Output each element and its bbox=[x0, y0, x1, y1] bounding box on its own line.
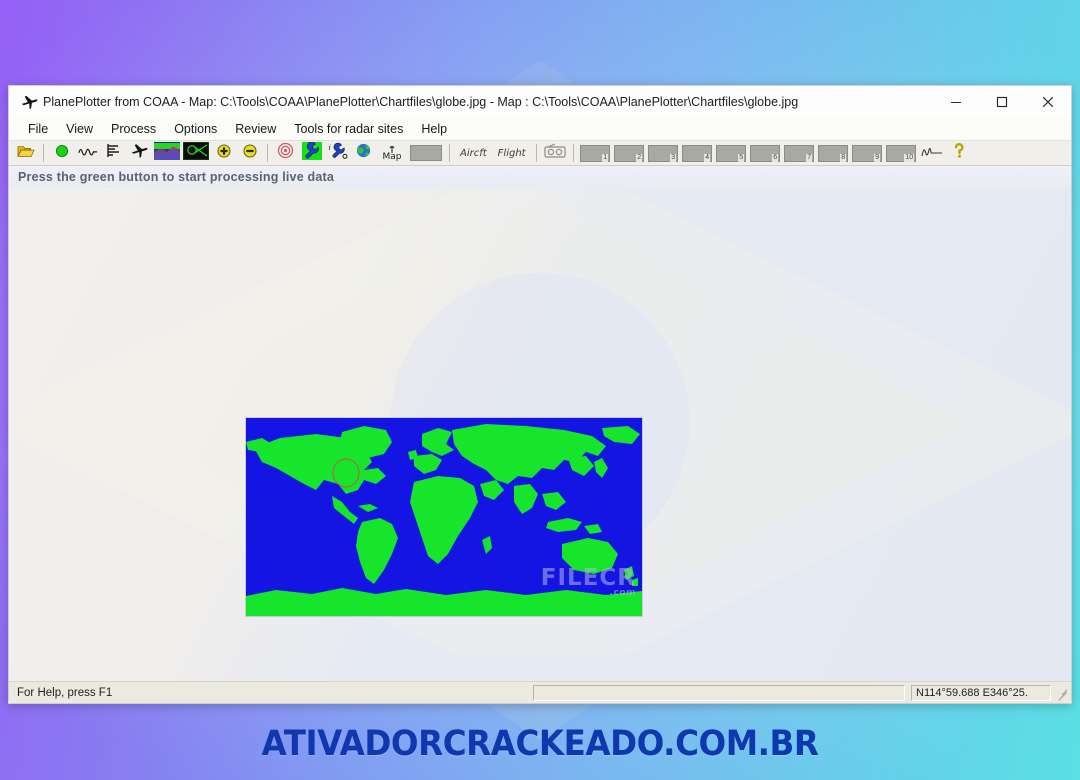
globe-button[interactable] bbox=[351, 142, 376, 164]
toolbar-separator bbox=[267, 144, 268, 162]
open-file-icon bbox=[16, 143, 35, 164]
airplane-icon bbox=[17, 95, 41, 109]
preset-button-9[interactable] bbox=[851, 142, 884, 164]
toolbar: i Map Aircft Flight 1 2 3 4 5 6 7 8 9 10 bbox=[9, 140, 1071, 166]
footer-banner-text: ATIVADORCRACKEADO.COM.BR bbox=[261, 724, 819, 764]
aircraft-icon bbox=[131, 143, 148, 163]
start-processing-icon bbox=[54, 143, 70, 164]
info-wrench-button[interactable]: i bbox=[325, 142, 350, 164]
zoom-out-button[interactable] bbox=[237, 142, 262, 164]
preset-button-4[interactable] bbox=[681, 142, 714, 164]
world-map-graphic bbox=[246, 418, 642, 616]
chart-thumbnail-button[interactable] bbox=[153, 141, 181, 165]
preset-slot-icon bbox=[682, 144, 713, 162]
start-processing-button[interactable] bbox=[49, 142, 74, 164]
application-window: PlanePlotter from COAA - Map: C:\Tools\C… bbox=[8, 85, 1072, 704]
help-question-button[interactable] bbox=[947, 142, 972, 164]
resize-grip-icon[interactable] bbox=[1053, 685, 1069, 701]
waveform-icon bbox=[77, 144, 98, 163]
zoom-out-icon bbox=[242, 143, 258, 164]
menu-bar: File View Process Options Review Tools f… bbox=[9, 118, 1071, 140]
world-map-image[interactable]: FILECR .com bbox=[246, 418, 642, 616]
close-button[interactable] bbox=[1025, 86, 1071, 118]
preset-button-10[interactable] bbox=[885, 142, 918, 164]
window-controls bbox=[933, 86, 1071, 118]
flight-button[interactable]: Flight bbox=[493, 147, 531, 160]
bar-levels-icon bbox=[106, 143, 122, 163]
wrench-button[interactable] bbox=[299, 141, 324, 165]
info-wrench-icon: i bbox=[328, 142, 348, 165]
aircft-button[interactable]: Aircft bbox=[455, 147, 492, 160]
zoom-in-button[interactable] bbox=[211, 142, 236, 164]
status-bar: For Help, press F1 N114°59.688 E346°25. bbox=[9, 681, 1071, 703]
menu-item-help[interactable]: Help bbox=[412, 120, 456, 139]
preset-button-3[interactable] bbox=[647, 142, 680, 164]
radar-plot-button[interactable] bbox=[182, 141, 210, 165]
signature-trace-button[interactable] bbox=[919, 142, 946, 164]
signature-trace-icon bbox=[921, 144, 943, 163]
hint-text: Press the green button to start processi… bbox=[18, 170, 335, 184]
preset-button-1[interactable] bbox=[579, 142, 612, 164]
preset-slot-icon bbox=[580, 144, 611, 162]
zoom-in-icon bbox=[216, 143, 232, 164]
menu-item-process[interactable]: Process bbox=[102, 120, 165, 139]
menu-item-view[interactable]: View bbox=[57, 120, 102, 139]
waveform-button[interactable] bbox=[75, 142, 100, 164]
toolbar-separator bbox=[572, 144, 574, 162]
globe-icon bbox=[355, 142, 372, 164]
blank-panel-button[interactable] bbox=[408, 142, 444, 164]
status-message-panel bbox=[533, 684, 905, 701]
target-icon bbox=[277, 142, 294, 164]
menu-item-options[interactable]: Options bbox=[165, 120, 226, 139]
svg-text:i: i bbox=[328, 143, 330, 152]
wrench-icon bbox=[301, 141, 322, 165]
preset-slot-icon bbox=[750, 144, 781, 162]
menu-item-review[interactable]: Review bbox=[226, 120, 285, 139]
preset-slot-icon bbox=[886, 144, 917, 162]
chart-thumbnail-icon bbox=[153, 141, 181, 165]
menu-item-tools-for-radar-sites[interactable]: Tools for radar sites bbox=[285, 120, 412, 139]
preset-button-8[interactable] bbox=[817, 142, 850, 164]
minimize-button[interactable] bbox=[933, 86, 979, 118]
preset-slot-icon bbox=[818, 144, 849, 162]
preset-slot-icon bbox=[716, 144, 747, 162]
preset-slot-icon bbox=[784, 144, 815, 162]
preset-slot-icon bbox=[852, 144, 883, 162]
radio-receiver-icon bbox=[543, 143, 566, 163]
preset-button-7[interactable] bbox=[783, 142, 816, 164]
aircraft-button[interactable] bbox=[127, 142, 152, 164]
status-help-text: For Help, press F1 bbox=[17, 686, 113, 699]
toolbar-separator bbox=[449, 144, 450, 162]
radio-receiver-button[interactable] bbox=[542, 142, 568, 164]
hint-strip: Press the green button to start processi… bbox=[9, 166, 1071, 188]
preset-button-6[interactable] bbox=[749, 142, 782, 164]
radar-plot-icon bbox=[182, 141, 210, 165]
preset-button-2[interactable] bbox=[613, 142, 646, 164]
status-coordinates: N114°59.688 E346°25. bbox=[911, 684, 1051, 701]
map-button-label: Map bbox=[382, 151, 402, 162]
target-button[interactable] bbox=[273, 142, 298, 164]
window-title: PlanePlotter from COAA - Map: C:\Tools\C… bbox=[43, 95, 799, 109]
blank-panel-icon bbox=[410, 145, 442, 161]
menu-item-file[interactable]: File bbox=[19, 120, 57, 139]
preset-button-5[interactable] bbox=[715, 142, 748, 164]
maximize-button[interactable] bbox=[979, 86, 1025, 118]
open-file-button[interactable] bbox=[13, 142, 38, 164]
toolbar-separator bbox=[535, 144, 537, 162]
map-button[interactable]: Map bbox=[377, 142, 407, 164]
preset-slot-icon bbox=[614, 144, 645, 162]
toolbar-separator bbox=[43, 144, 44, 162]
map-client-area[interactable]: FILECR .com bbox=[9, 188, 1071, 681]
help-question-icon bbox=[953, 142, 966, 164]
title-bar[interactable]: PlanePlotter from COAA - Map: C:\Tools\C… bbox=[9, 86, 1071, 118]
bar-levels-button[interactable] bbox=[101, 142, 126, 164]
preset-slot-icon bbox=[648, 144, 679, 162]
